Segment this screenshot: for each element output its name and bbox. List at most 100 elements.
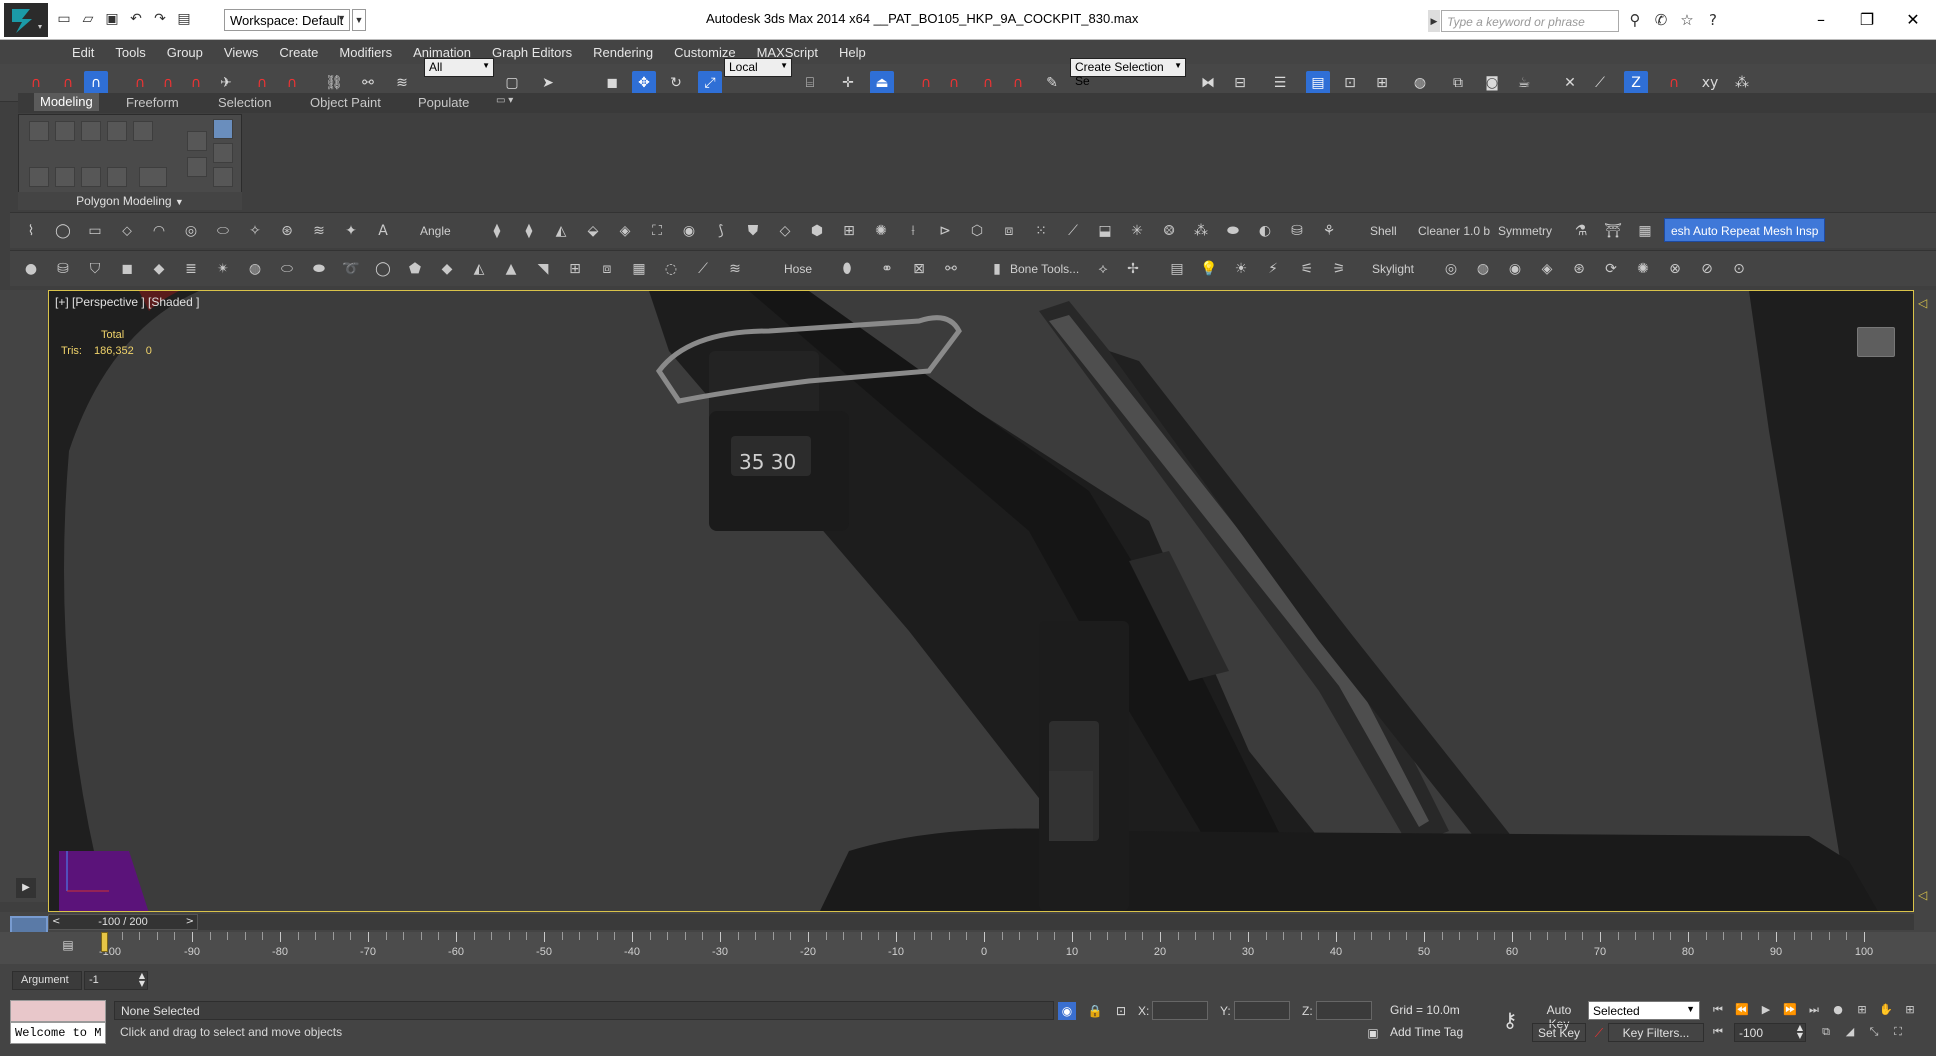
menu-item-graph-editors[interactable]: Graph Editors (482, 45, 583, 60)
ribbon-tool-icon[interactable] (213, 143, 233, 163)
set-key-button[interactable]: Set Key (1532, 1023, 1586, 1042)
binoculars-icon[interactable]: ⚲ (1624, 9, 1646, 31)
lock-selection-icon[interactable]: 🔒 (1086, 1002, 1104, 1020)
ribbon-tool-icon[interactable] (55, 121, 75, 141)
zoom-extents-icon[interactable]: ⊞ (1852, 1001, 1872, 1019)
scale-tool-icon[interactable]: ⤢ (698, 71, 722, 95)
chamfer-cyl-icon[interactable]: ⬬ (308, 258, 330, 280)
bind-to-space-warp-icon[interactable]: ∩ (84, 71, 108, 95)
menu-item-create[interactable]: Create (269, 45, 329, 60)
material-editor-icon[interactable]: ◍ (1408, 71, 1432, 95)
modifier-icon[interactable]: ⬡ (966, 220, 988, 242)
chamfer-box-icon[interactable]: ◆ (436, 258, 458, 280)
key-mode-dropdown[interactable]: Selected ▼ (1588, 1001, 1700, 1020)
help-icon[interactable]: ? (1702, 9, 1724, 31)
select-object-icon[interactable]: ▢ (500, 71, 524, 95)
grid-plane-icon[interactable]: ⊞ (564, 258, 586, 280)
ribbon-tool-icon[interactable] (29, 167, 49, 187)
unlink-icon[interactable]: ∩ (56, 71, 80, 95)
z-axis-icon[interactable]: Z (1624, 71, 1648, 95)
mesh-auto-repeat-button[interactable]: esh Auto Repeat Mesh Insp (1664, 218, 1826, 242)
workspace-dropdown[interactable]: Workspace: Default ▼ (224, 9, 350, 31)
target-light-icon[interactable]: ▤ (1166, 258, 1188, 280)
ring-icon[interactable]: ◌ (660, 258, 682, 280)
modifier-icon[interactable]: ◐ (1254, 220, 1276, 242)
modifier-icon[interactable]: ⊳ (934, 220, 956, 242)
select-manipulate-icon[interactable]: ✛ (836, 71, 860, 95)
spinner-snap-icon[interactable]: ∩ (250, 71, 274, 95)
key-filter-icon[interactable]: ⟋ (1590, 1024, 1608, 1042)
maxscript-listener-mini[interactable] (10, 1000, 106, 1022)
ellipse-shape-icon[interactable]: ⬭ (212, 220, 234, 242)
prev-frame-icon[interactable]: < (52, 915, 60, 929)
camera-icon[interactable]: ◉ (1504, 258, 1526, 280)
omni-light-icon[interactable]: 💡 (1198, 258, 1220, 280)
render-production-icon[interactable]: ☕ (1512, 71, 1536, 95)
helix-shape-icon[interactable]: ⊛ (276, 220, 298, 242)
walkthrough-icon[interactable]: ⤡ (1864, 1023, 1884, 1041)
camera-icon[interactable]: ⊛ (1568, 258, 1590, 280)
ribbon-options-icon[interactable]: ▭ ▾ (496, 95, 513, 106)
arc-shape-icon[interactable]: ◠ (148, 220, 170, 242)
track-bar-icon[interactable]: ▤ (58, 938, 78, 954)
undo-icon[interactable]: ↶ (126, 9, 146, 29)
ik-chain-icon[interactable]: ⟡ (1092, 258, 1114, 280)
timeline-current-frame-marker[interactable] (101, 932, 108, 952)
brush-icon[interactable]: ⟋ (692, 258, 714, 280)
particle-view-icon[interactable]: ⁂ (1730, 71, 1754, 95)
rotate-tool-icon[interactable]: ↻ (664, 71, 688, 95)
goto-start-icon[interactable]: ⏮ (1708, 1001, 1728, 1019)
tab-freeform[interactable]: Freeform (126, 95, 179, 110)
select-link-icon[interactable]: ∩ (24, 71, 48, 95)
ribbon-tool-icon[interactable] (139, 167, 167, 187)
argument-field[interactable]: -1 ▲ ▼ (84, 971, 148, 990)
link-icon[interactable]: ⛓ (322, 71, 346, 95)
modifier-icon[interactable]: ⛶ (646, 220, 668, 242)
skin-icon[interactable]: ⊠ (908, 258, 930, 280)
maximize-viewport-icon[interactable]: ⛶ (1888, 1023, 1908, 1041)
hedra-icon[interactable]: ⬟ (404, 258, 426, 280)
free-spot-icon[interactable]: ⚟ (1296, 258, 1318, 280)
add-time-tag-button[interactable]: Add Time Tag (1386, 1023, 1496, 1042)
ref-coord-dropdown[interactable]: Local ▼ (724, 58, 792, 77)
camera-icon[interactable]: ⊙ (1728, 258, 1750, 280)
unlink-chain-icon[interactable]: ⚯ (356, 71, 380, 95)
z-coord-field[interactable] (1316, 1001, 1372, 1020)
camera-icon[interactable]: ⊘ (1696, 258, 1718, 280)
ribbon-tool-icon[interactable] (29, 121, 49, 141)
modifier-icon[interactable]: ⟊ (902, 220, 924, 242)
polygon-modeling-dropdown[interactable]: Polygon Modeling ▼ (18, 192, 242, 210)
text-shape-icon[interactable]: A (372, 220, 394, 242)
ribbon-tool-icon[interactable] (213, 167, 233, 187)
wedge-icon[interactable]: ◥ (532, 258, 554, 280)
pan-icon[interactable]: ✋ (1876, 1001, 1896, 1019)
helper-icon[interactable]: ✢ (1122, 258, 1144, 280)
save-file-icon[interactable]: ▣ (102, 9, 122, 29)
search-expand-icon[interactable]: ▶ (1428, 10, 1440, 32)
snap-magnet-icon[interactable]: ∩ (128, 71, 152, 95)
timeline-track[interactable]: -90 -80 -70 -60 -50 -40 -30 -20 -10 0 10 20 30 40 50 60… (99, 932, 1880, 964)
modifier-icon[interactable]: ⁂ (1190, 220, 1212, 242)
restore-icon[interactable]: ❐ (1844, 0, 1890, 40)
menu-item-help[interactable]: Help (829, 45, 877, 60)
favorites-star-icon[interactable]: ☆ (1676, 9, 1698, 31)
tab-populate[interactable]: Populate (418, 95, 469, 110)
app-logo-icon[interactable] (4, 3, 48, 37)
y-coord-field[interactable] (1234, 1001, 1290, 1020)
time-config-icon[interactable]: ⧉ (1816, 1023, 1836, 1041)
geosphere-icon[interactable]: ◍ (244, 258, 266, 280)
donut-shape-icon[interactable]: ◎ (180, 220, 202, 242)
bone-tools-button[interactable]: Bone Tools... (1010, 262, 1079, 276)
xform-icon[interactable]: ✕ (1558, 71, 1582, 95)
star-shape-icon[interactable]: ✧ (244, 220, 266, 242)
bone-tools-icon[interactable]: ▮ (986, 258, 1008, 280)
ribbon-tool-icon[interactable] (133, 121, 153, 141)
modifier-icon[interactable]: ◈ (614, 220, 636, 242)
search-input[interactable]: Type a keyword or phrase (1441, 10, 1619, 32)
stairs-icon[interactable]: ≣ (180, 258, 202, 280)
layer-manager-icon[interactable]: ☰ (1268, 71, 1292, 95)
camera-icon[interactable]: ◎ (1440, 258, 1462, 280)
rectangle-shape-icon[interactable]: ▭ (84, 220, 106, 242)
pyramid-icon[interactable]: ◭ (468, 258, 490, 280)
hose-button[interactable]: Hose (784, 262, 812, 276)
